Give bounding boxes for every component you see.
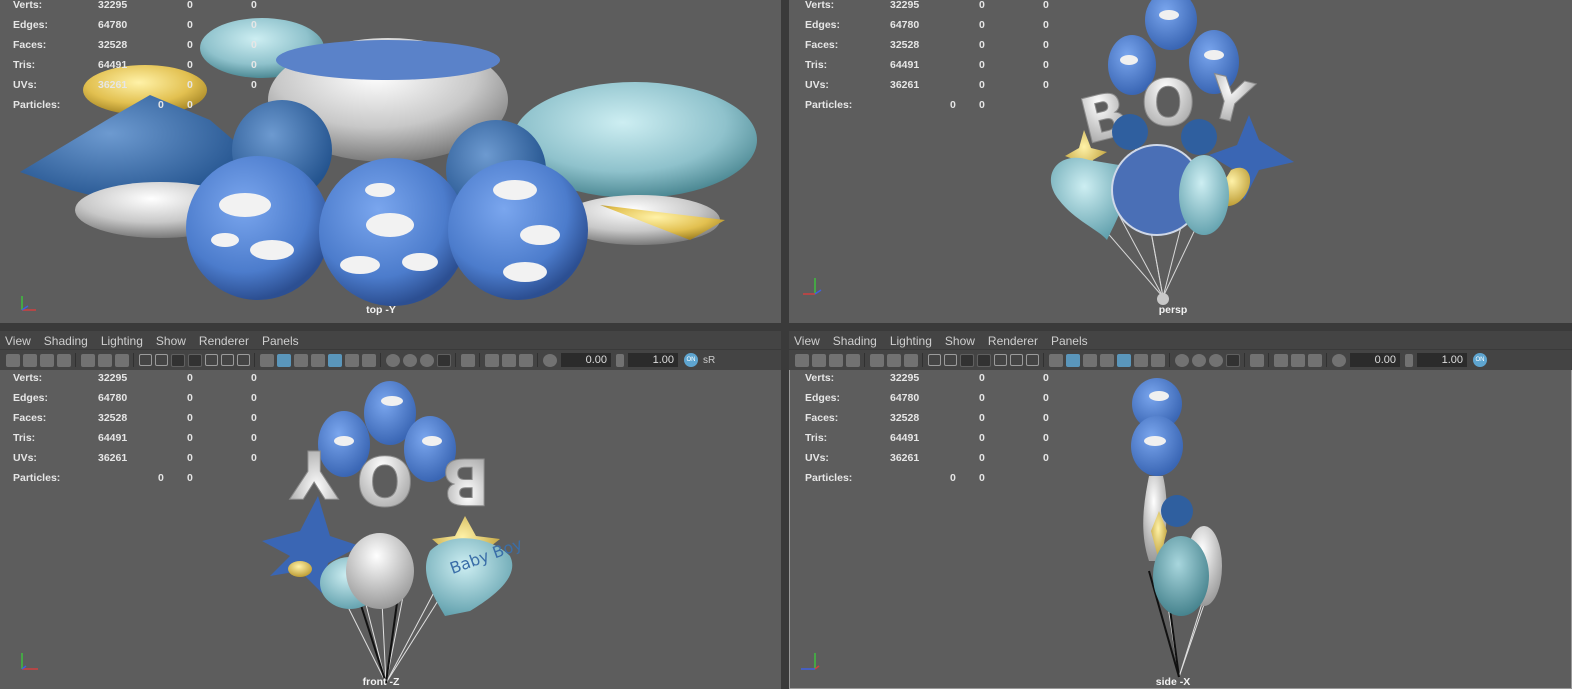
hud-stats: Verts: 32295 0 0 Edges: 64780 0 0 Faces: 32528 0…	[805, 372, 1049, 484]
axis-gizmo-icon	[21, 296, 36, 311]
letter-o-balloon: O	[356, 444, 414, 523]
camera-label: side -X	[1155, 676, 1191, 688]
camera-label: front -Z	[362, 676, 400, 688]
axis-gizmo-icon	[21, 653, 38, 670]
camera-label: persp	[1158, 304, 1188, 316]
hud-stats: Verts: 32295 0 0 Edges: 64780 0 0 Faces: 32528 0…	[13, 372, 257, 484]
viewport-front[interactable]: View Shading Lighting Show Renderer Pane…	[0, 331, 781, 689]
cloud-balloon[interactable]	[186, 156, 330, 300]
viewport-top[interactable]: Verts: 32295 0 0 Edges: 64780 0 0 Faces: 32528 0…	[0, 0, 781, 323]
viewport-persp[interactable]: B O Y Verts: 32295 0 0 Edges: 64780 0 0 Faces:…	[789, 0, 1572, 323]
cloud-balloon[interactable]	[448, 160, 588, 300]
viewport-side[interactable]: View Shading Lighting Show Renderer Pane…	[789, 331, 1572, 689]
camera-label: top -Y	[366, 304, 396, 316]
hud-stats: Verts: 32295 0 0 Edges: 64780 0 0 Faces: 32528 0…	[805, 0, 1049, 111]
hud-stats: Verts: 32295 0 0 Edges: 64780 0 0 Faces: 32528 0…	[13, 0, 257, 111]
axis-gizmo-icon	[801, 653, 820, 670]
letter-y-balloon: Y	[289, 435, 339, 512]
letter-b-balloon: B	[441, 443, 490, 517]
axis-gizmo-icon	[803, 278, 822, 295]
cloud-balloon[interactable]	[319, 158, 467, 306]
